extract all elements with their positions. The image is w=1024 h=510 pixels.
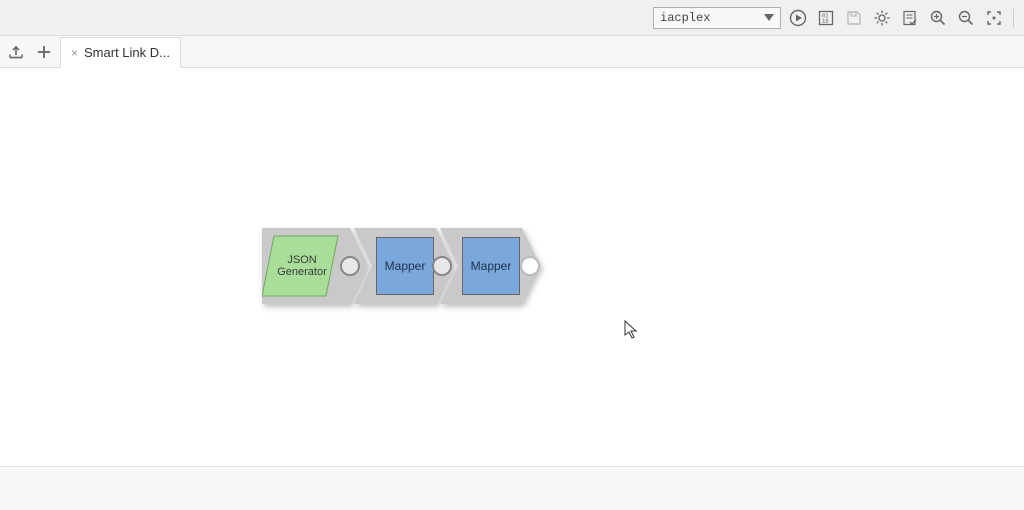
node-json-generator[interactable]: JSON Generator <box>270 236 334 296</box>
environment-select-value: iacplex <box>660 11 710 25</box>
tab-active[interactable]: × Smart Link D... <box>60 37 181 68</box>
node-json-label-line1: JSON <box>277 254 327 266</box>
add-tab-icon[interactable] <box>32 40 56 64</box>
binary-data-icon[interactable]: 0110 <box>815 7 837 29</box>
node-mapper[interactable]: Mapper <box>462 237 520 295</box>
bottom-bar <box>0 466 1024 510</box>
toolbar-separator <box>1013 9 1014 27</box>
pipeline-segment-json-generator[interactable]: JSON Generator <box>262 228 368 304</box>
zoom-in-icon[interactable] <box>927 7 949 29</box>
pipeline: JSON Generator Mapper Mapper <box>262 228 540 304</box>
pipeline-segment-mapper-1[interactable]: Mapper <box>354 228 454 304</box>
pipeline-segment-mapper-2[interactable]: Mapper <box>440 228 540 304</box>
tab-label: Smart Link D... <box>84 45 170 60</box>
tab-tools <box>0 36 60 67</box>
node-mapper[interactable]: Mapper <box>376 237 434 295</box>
fit-screen-icon[interactable] <box>983 7 1005 29</box>
svg-text:10: 10 <box>822 19 829 25</box>
environment-select[interactable]: iacplex <box>653 7 781 29</box>
node-mapper-label: Mapper <box>471 259 512 273</box>
tab-strip: × Smart Link D... <box>0 36 1024 68</box>
notes-check-icon[interactable] <box>899 7 921 29</box>
node-mapper-label: Mapper <box>385 259 426 273</box>
top-toolbar: iacplex 0110 <box>0 0 1024 36</box>
save-icon[interactable] <box>843 7 865 29</box>
upload-icon[interactable] <box>4 40 28 64</box>
node-json-label-line2: Generator <box>277 266 327 278</box>
zoom-out-icon[interactable] <box>955 7 977 29</box>
settings-gear-icon[interactable] <box>871 7 893 29</box>
chevron-down-icon <box>764 14 774 21</box>
pipeline-canvas[interactable]: JSON Generator Mapper Mapper <box>0 68 1024 450</box>
connector-port-open[interactable] <box>520 256 540 276</box>
run-icon[interactable] <box>787 7 809 29</box>
close-tab-icon[interactable]: × <box>71 46 78 60</box>
cursor-pointer-icon <box>624 320 640 340</box>
